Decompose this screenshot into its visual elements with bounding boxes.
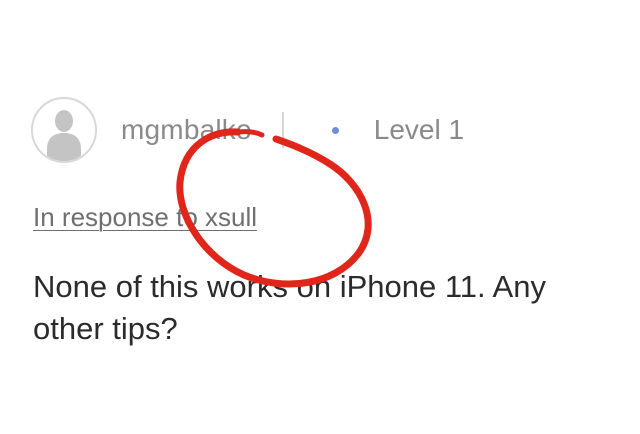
author-level: Level 1: [373, 114, 465, 145]
author-row: mgmbalko Level 1: [31, 96, 464, 164]
community-post: mgmbalko Level 1 In response to xsull No…: [0, 0, 640, 434]
default-user-icon: [47, 110, 81, 161]
avatar[interactable]: [31, 97, 97, 163]
level-dot-icon: [331, 126, 339, 134]
in-response-to-link[interactable]: In response to xsull: [33, 202, 257, 233]
post-message: None of this works on iPhone 11. Any oth…: [33, 269, 546, 346]
author-username[interactable]: mgmbalko: [121, 114, 252, 146]
author-divider: [281, 112, 284, 148]
